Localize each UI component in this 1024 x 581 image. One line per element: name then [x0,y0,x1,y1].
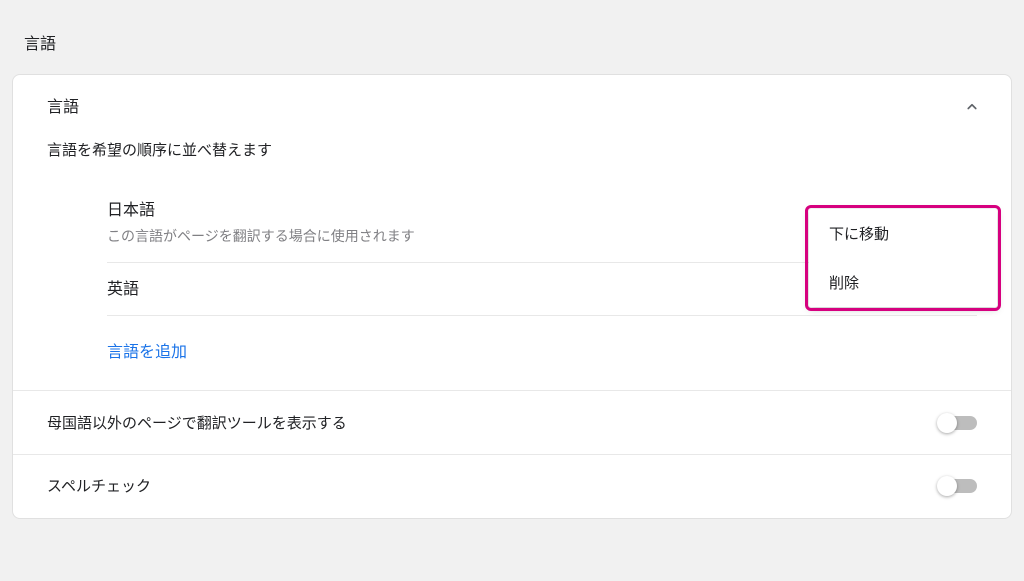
add-language-link[interactable]: 言語を追加 [107,316,977,390]
translate-label: 母国語以外のページで翻訳ツールを表示する [47,412,347,433]
spellcheck-label: スペルチェック [47,475,151,496]
move-down-menu-item[interactable]: 下に移動 [809,209,997,258]
page-title: 言語 [0,0,1024,74]
toggle-knob [937,476,957,496]
translate-toggle[interactable] [939,416,977,430]
toggle-knob [937,413,957,433]
spellcheck-toggle[interactable] [939,479,977,493]
spellcheck-toggle-row: スペルチェック [13,454,1011,518]
chevron-up-icon [963,98,977,112]
languages-section-label: 言語 [47,93,79,117]
languages-section-header[interactable]: 言語 [13,75,1011,135]
languages-description: 言語を希望の順序に並べ替えます [13,135,1011,184]
settings-panel: 言語 言語を希望の順序に並べ替えます 日本語 この言語がページを翻訳する場合に使… [12,74,1012,519]
language-context-menu: 下に移動 削除 [809,209,997,307]
delete-menu-item[interactable]: 削除 [809,258,997,307]
translate-toggle-row: 母国語以外のページで翻訳ツールを表示する [13,390,1011,454]
